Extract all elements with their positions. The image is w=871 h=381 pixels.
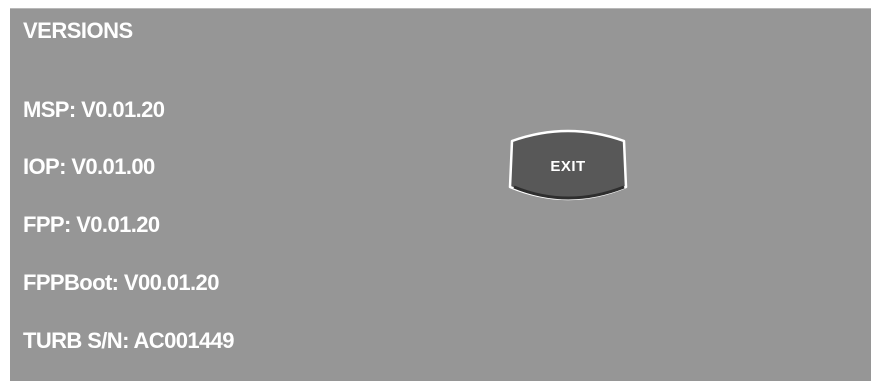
msp-version: MSP: V0.01.20 [23,97,165,122]
fppboot-version: FPPBoot: V00.01.20 [23,270,219,295]
exit-button[interactable]: EXIT [506,127,630,207]
fpp-version: FPP: V0.01.20 [23,212,160,237]
page-title: VERSIONS [23,18,133,43]
turbine-serial-number: TURB S/N: AC001449 [23,328,235,353]
versions-screen: VERSIONS MSP: V0.01.20 IOP: V0.01.00 FPP… [10,8,871,381]
exit-button-label: EXIT [550,158,586,175]
iop-version: IOP: V0.01.00 [23,154,155,179]
